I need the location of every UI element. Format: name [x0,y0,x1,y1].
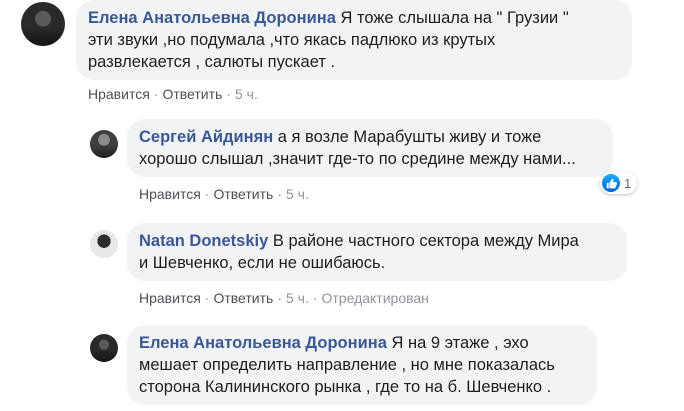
comment-actions: Нравится · Ответить · 5 ч. [88,86,258,102]
avatar[interactable] [90,130,118,158]
comment-text-line: сторона Калининского рынка , где то на б… [139,378,552,396]
comment-text-line: мешает определить направление , но мне п… [139,356,555,374]
comment-bubble: Natan Donetskiy В районе частного сектор… [127,223,627,281]
comment-author[interactable]: Елена Анатольевна Доронина [139,334,387,352]
comment-text-line: развлекается , салюты пускает . [88,53,336,71]
comment-time[interactable]: 5 ч. [235,86,258,102]
avatar[interactable] [21,2,65,46]
comment-author[interactable]: Сергей Айдинян [139,128,273,146]
edited-label[interactable]: Отредактирован [322,290,429,306]
comment-author[interactable]: Natan Donetskiy [139,232,268,250]
comment-author[interactable]: Елена Анатольевна Доронина [88,9,336,27]
reply-link[interactable]: Ответить [213,290,273,306]
comment-text-line: хорошо слышал ,значит где-то по средине … [139,150,576,168]
comment-time[interactable]: 5 ч. [286,186,309,202]
comment-bubble: Елена Анатольевна Доронина Я тоже слышал… [76,0,632,80]
like-link[interactable]: Нравится [139,290,201,306]
reaction-summary[interactable]: 1 [600,172,638,194]
comment-bubble: Сергей Айдинян а я возле Марабушты живу … [127,119,613,177]
like-link[interactable]: Нравится [139,186,201,202]
comment-text-line: Я тоже слышала на " Грузии " [340,9,569,27]
comment-text-line: и Шевченко, если не ошибаюсь. [139,254,386,272]
like-icon [602,174,620,192]
avatar[interactable] [90,334,118,362]
comment-actions: Нравится · Ответить · 5 ч. [139,186,309,202]
reply-link[interactable]: Ответить [162,86,222,102]
comment-actions: Нравится · Ответить · 5 ч. · Отредактирован [139,290,429,306]
comment-text-line: В районе частного сектора между Мира [272,232,579,250]
reaction-count: 1 [624,175,632,191]
avatar[interactable] [90,230,118,258]
comment-bubble: Елена Анатольевна Доронина Я на 9 этаже … [127,325,597,405]
comment-text-line: эти звуки ,но подумала ,что якась падлюк… [88,31,496,49]
reply-link[interactable]: Ответить [213,186,273,202]
comment-text-line: Я на 9 этаже , эхо [391,334,529,352]
comment-text-line: а я возле Марабушты живу и тоже [277,128,542,146]
like-link[interactable]: Нравится [88,86,150,102]
comment-time[interactable]: 5 ч. [286,290,309,306]
